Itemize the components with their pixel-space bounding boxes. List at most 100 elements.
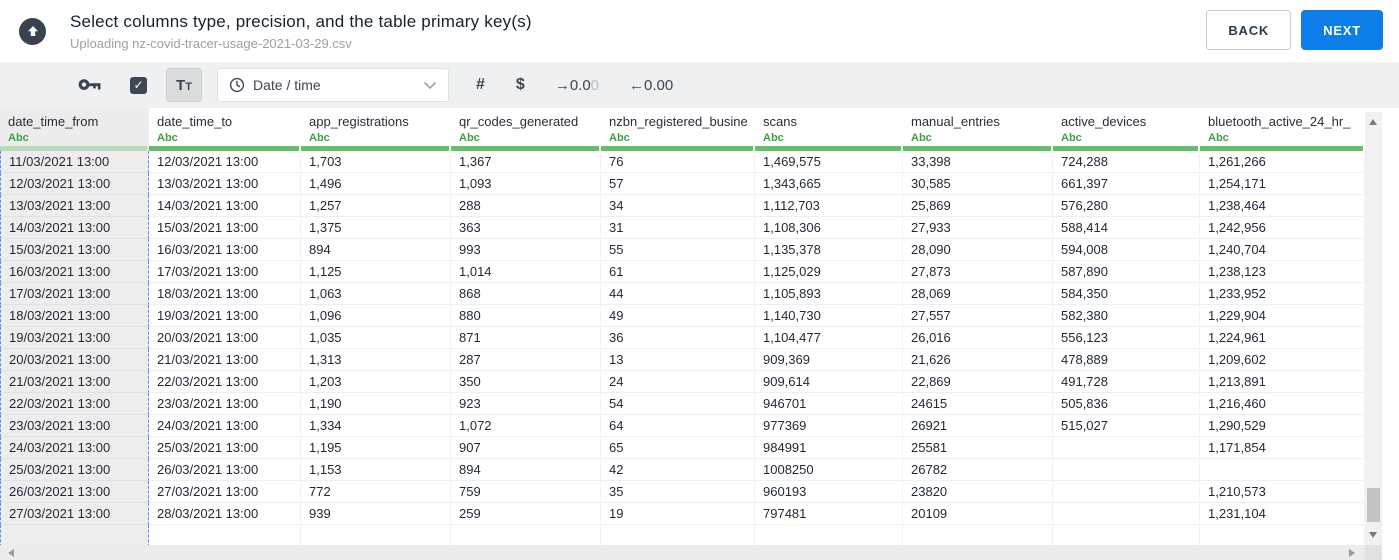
cell: 868 bbox=[451, 283, 601, 305]
next-button[interactable]: NEXT bbox=[1301, 10, 1383, 50]
cell: 57 bbox=[601, 173, 755, 195]
cell: 1,072 bbox=[451, 415, 601, 437]
cell bbox=[301, 525, 451, 547]
cell: 576,280 bbox=[1053, 195, 1200, 217]
column-header-nzbn_registered_busine[interactable]: nzbn_registered_busine Abc bbox=[601, 108, 755, 151]
cell bbox=[601, 525, 755, 547]
scroll-right-arrow-icon[interactable] bbox=[1349, 548, 1355, 557]
cell: 64 bbox=[601, 415, 755, 437]
cell: 797481 bbox=[755, 503, 903, 525]
column-type-select[interactable]: Date / time bbox=[217, 68, 449, 102]
cell: 27,557 bbox=[903, 305, 1053, 327]
upload-status-text: Uploading nz-covid-tracer-usage-2021-03-… bbox=[70, 35, 352, 51]
cell: 984991 bbox=[755, 437, 903, 459]
cell: 12/03/2021 13:00 bbox=[149, 151, 301, 173]
primary-key-icon bbox=[78, 78, 101, 93]
cell: 1,171,854 bbox=[1200, 437, 1365, 459]
cell: 871 bbox=[451, 327, 601, 349]
cell: 923 bbox=[451, 393, 601, 415]
table-row: 27/03/2021 13:00 28/03/2021 13:00 939 259 19… bbox=[0, 503, 1399, 525]
top-header: Select columns type, precision, and the … bbox=[0, 0, 1399, 62]
cell: 478,889 bbox=[1053, 349, 1200, 371]
cell: 894 bbox=[451, 459, 601, 481]
cell: 21/03/2021 13:00 bbox=[0, 371, 149, 393]
cell: 505,836 bbox=[1053, 393, 1200, 415]
table-row: 25/03/2021 13:00 26/03/2021 13:00 1,153 894… bbox=[0, 459, 1399, 481]
cell: 28/03/2021 13:00 bbox=[149, 503, 301, 525]
table-row: 21/03/2021 13:00 22/03/2021 13:00 1,203 350… bbox=[0, 371, 1399, 393]
column-header-date_time_from[interactable]: date_time_from Abc bbox=[0, 108, 149, 151]
cell bbox=[1053, 481, 1200, 503]
cell: 363 bbox=[451, 217, 601, 239]
chevron-down-icon bbox=[423, 81, 437, 90]
currency-type-button[interactable]: $ bbox=[516, 76, 525, 94]
cell: 49 bbox=[601, 305, 755, 327]
table-row: 11/03/2021 13:00 12/03/2021 13:00 1,703 1,3… bbox=[0, 151, 1399, 173]
cell: 28,090 bbox=[903, 239, 1053, 261]
column-header-app_registrations[interactable]: app_registrations Abc bbox=[301, 108, 451, 151]
cell: 16/03/2021 13:00 bbox=[0, 261, 149, 283]
column-underline bbox=[0, 146, 147, 151]
check-icon: ✓ bbox=[133, 77, 144, 92]
column-underline bbox=[451, 146, 599, 151]
cell: 20109 bbox=[903, 503, 1053, 525]
cell: 515,027 bbox=[1053, 415, 1200, 437]
cell: 759 bbox=[451, 481, 601, 503]
cell: 27,933 bbox=[903, 217, 1053, 239]
column-header-active_devices[interactable]: active_devices Abc bbox=[1053, 108, 1200, 151]
scroll-down-arrow-icon[interactable] bbox=[1369, 532, 1377, 538]
horizontal-scrollbar[interactable] bbox=[0, 545, 1365, 560]
cell: 65 bbox=[601, 437, 755, 459]
cell: 23/03/2021 13:00 bbox=[0, 415, 149, 437]
cell: 25/03/2021 13:00 bbox=[0, 459, 149, 481]
cell: 772 bbox=[301, 481, 451, 503]
cell: 54 bbox=[601, 393, 755, 415]
cell: 1,703 bbox=[301, 151, 451, 173]
increase-decimal-button[interactable]: →0.00 bbox=[555, 77, 599, 94]
cell: 1,257 bbox=[301, 195, 451, 217]
column-header-qr_codes_generated[interactable]: qr_codes_generated Abc bbox=[451, 108, 601, 151]
cell: 24/03/2021 13:00 bbox=[149, 415, 301, 437]
column-header-scans[interactable]: scans Abc bbox=[755, 108, 903, 151]
vertical-scrollbar-thumb[interactable] bbox=[1367, 488, 1380, 522]
scroll-up-arrow-icon[interactable] bbox=[1369, 119, 1377, 125]
cell: 1,210,573 bbox=[1200, 481, 1365, 503]
cell: 18/03/2021 13:00 bbox=[0, 305, 149, 327]
cell: 15/03/2021 13:00 bbox=[0, 239, 149, 261]
cell: 1,224,961 bbox=[1200, 327, 1365, 349]
cell: 1,093 bbox=[451, 173, 601, 195]
column-type-label: Abc bbox=[309, 132, 330, 144]
text-type-button[interactable]: Tt bbox=[166, 68, 202, 102]
column-underline bbox=[755, 146, 901, 151]
number-type-button[interactable]: # bbox=[476, 76, 485, 94]
decrease-decimal-button[interactable]: ←0.00 bbox=[629, 77, 673, 94]
scroll-left-arrow-icon[interactable] bbox=[8, 548, 14, 557]
cell: 1,096 bbox=[301, 305, 451, 327]
cell: 36 bbox=[601, 327, 755, 349]
cell: 1,125,029 bbox=[755, 261, 903, 283]
cell: 1,105,893 bbox=[755, 283, 903, 305]
cell: 582,380 bbox=[1053, 305, 1200, 327]
vertical-scrollbar[interactable] bbox=[1365, 112, 1382, 545]
cell: 20/03/2021 13:00 bbox=[149, 327, 301, 349]
column-header-date_time_to[interactable]: date_time_to Abc bbox=[149, 108, 301, 151]
cell: 33,398 bbox=[903, 151, 1053, 173]
cell: 939 bbox=[301, 503, 451, 525]
cell: 588,414 bbox=[1053, 217, 1200, 239]
column-type-label: Abc bbox=[157, 132, 178, 144]
back-button[interactable]: BACK bbox=[1206, 10, 1292, 50]
primary-key-checkbox[interactable]: ✓ bbox=[130, 76, 147, 94]
table-row: 23/03/2021 13:00 24/03/2021 13:00 1,334 1,0… bbox=[0, 415, 1399, 437]
column-header-bluetooth_active_24_hr_[interactable]: bluetooth_active_24_hr_ Abc bbox=[1200, 108, 1365, 151]
cell: 25581 bbox=[903, 437, 1053, 459]
cell: 27,873 bbox=[903, 261, 1053, 283]
cell: 21,626 bbox=[903, 349, 1053, 371]
column-header-manual_entries[interactable]: manual_entries Abc bbox=[903, 108, 1053, 151]
cell: 13/03/2021 13:00 bbox=[149, 173, 301, 195]
cell: 26,016 bbox=[903, 327, 1053, 349]
table-row: 13/03/2021 13:00 14/03/2021 13:00 1,257 288… bbox=[0, 195, 1399, 217]
table-row: 19/03/2021 13:00 20/03/2021 13:00 1,035 871… bbox=[0, 327, 1399, 349]
upload-icon bbox=[19, 17, 46, 45]
cell: 18/03/2021 13:00 bbox=[149, 283, 301, 305]
cell: 909,369 bbox=[755, 349, 903, 371]
